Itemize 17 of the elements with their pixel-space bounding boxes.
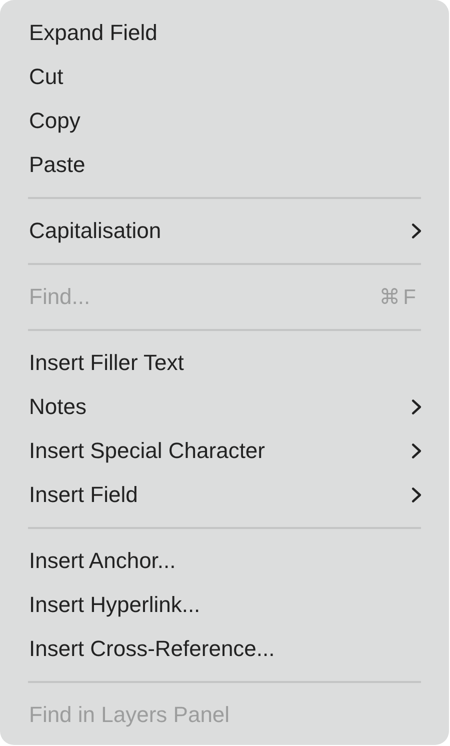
menu-item[interactable]: Insert Field — [0, 473, 449, 517]
menu-item[interactable]: Insert Hyperlink... — [0, 583, 449, 627]
menu-item[interactable]: Insert Special Character — [0, 429, 449, 473]
keyboard-shortcut: ⌘F — [379, 284, 419, 310]
menu-item[interactable]: Notes — [0, 385, 449, 429]
menu-item[interactable]: Expand Field — [0, 11, 449, 55]
menu-item[interactable]: Insert Anchor... — [0, 539, 449, 583]
chevron-right-icon — [411, 443, 422, 459]
chevron-right-icon — [411, 487, 422, 503]
menu-item[interactable]: Insert Cross-Reference... — [0, 627, 449, 671]
menu-item[interactable]: Copy — [0, 99, 449, 143]
chevron-right-icon — [411, 399, 422, 415]
menu-item[interactable]: Cut — [0, 55, 449, 99]
menu-item[interactable]: Capitalisation — [0, 209, 449, 253]
menu-item[interactable]: Paste — [0, 143, 449, 187]
chevron-right-icon — [411, 223, 422, 239]
menu-item[interactable]: Insert Filler Text — [0, 341, 449, 385]
